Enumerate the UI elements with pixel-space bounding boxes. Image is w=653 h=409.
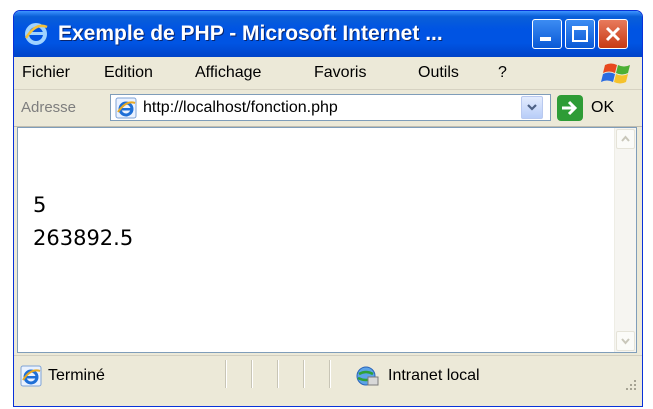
maximize-button[interactable]: [565, 19, 595, 49]
minimize-icon: [540, 37, 551, 41]
windows-flag-icon: [601, 63, 630, 84]
close-button[interactable]: [598, 19, 628, 49]
title-bar[interactable]: Exemple de PHP - Microsoft Internet ...: [14, 11, 642, 57]
chevron-down-icon: [621, 338, 630, 345]
status-divider: [277, 360, 278, 388]
menu-affichage[interactable]: Affichage: [195, 64, 261, 82]
status-bar: Terminé Intranet local: [14, 355, 642, 406]
go-arrow-icon: [557, 95, 583, 121]
status-text: Terminé: [48, 367, 105, 384]
address-label: Adresse: [21, 99, 77, 116]
ie-page-icon: [115, 97, 137, 119]
address-dropdown-button[interactable]: [521, 96, 543, 119]
address-url[interactable]: http://localhost/fonction.php: [143, 99, 338, 117]
status-divider: [251, 360, 252, 388]
status-divider: [329, 360, 330, 388]
chevron-down-icon: [527, 104, 537, 111]
maximize-icon: [572, 26, 588, 42]
chevron-up-icon: [621, 135, 630, 142]
minimize-button[interactable]: [532, 19, 562, 49]
status-divider: [225, 360, 226, 388]
status-divider: [303, 360, 304, 388]
close-icon: [605, 26, 621, 42]
scroll-up-button[interactable]: [616, 129, 635, 149]
ie-logo-icon: [24, 23, 48, 45]
output-line-2: 263892.5: [33, 226, 134, 250]
address-bar: Adresse http://localhost/fonction.php OK: [14, 90, 642, 127]
window-title: Exemple de PHP - Microsoft Internet ...: [58, 22, 443, 45]
go-button[interactable]: OK: [557, 94, 637, 122]
ie-page-icon: [20, 365, 42, 387]
output-line-1: 5: [33, 193, 47, 217]
menu-fichier[interactable]: Fichier: [22, 64, 70, 82]
go-label: OK: [591, 99, 615, 116]
menu-edition[interactable]: Edition: [104, 64, 153, 82]
menu-bar: Fichier Edition Affichage Favoris Outils…: [14, 57, 642, 90]
page-content: 5 263892.5: [17, 127, 637, 353]
scroll-down-button[interactable]: [616, 331, 635, 351]
menu-help[interactable]: ?: [498, 64, 507, 82]
intranet-zone-icon: [356, 366, 379, 386]
menu-outils[interactable]: Outils: [418, 64, 459, 82]
browser-window: Exemple de PHP - Microsoft Internet ... …: [13, 10, 643, 407]
address-field[interactable]: http://localhost/fonction.php: [110, 94, 551, 121]
menu-favoris[interactable]: Favoris: [314, 64, 366, 82]
resize-grip-icon[interactable]: [622, 376, 638, 392]
security-zone-text: Intranet local: [388, 367, 480, 384]
vertical-scrollbar[interactable]: [614, 128, 636, 352]
